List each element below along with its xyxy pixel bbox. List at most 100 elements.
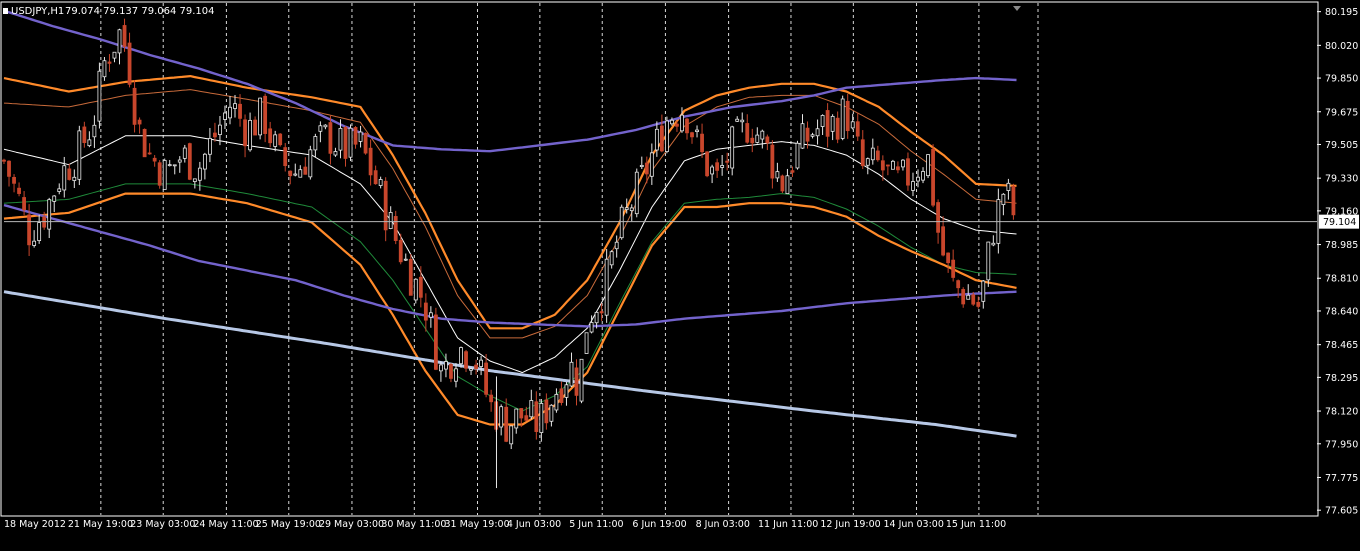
candle-body — [298, 169, 303, 178]
y-tick-label: 78.295 — [1325, 373, 1358, 384]
candle-body — [72, 176, 77, 181]
candle-body — [218, 124, 222, 135]
candle-body — [715, 162, 720, 171]
candle-body — [102, 60, 107, 78]
candle-body — [941, 226, 946, 256]
candle-body — [454, 368, 458, 382]
candle-body — [469, 368, 473, 371]
candle-body — [569, 361, 574, 387]
candle-body — [172, 164, 177, 167]
candle-body — [825, 110, 830, 137]
candle-body — [428, 312, 433, 318]
candle-body — [865, 158, 870, 166]
candle-body — [760, 130, 765, 140]
candle-body — [514, 408, 519, 429]
candle-body — [258, 97, 263, 136]
candle-body — [398, 239, 403, 263]
candle-body — [333, 151, 338, 156]
candle-body — [700, 133, 704, 153]
candle-body — [735, 118, 740, 122]
candle-body — [966, 294, 971, 300]
candle-body — [363, 132, 368, 154]
x-tick-label: 4 Jun 03:00 — [507, 519, 561, 530]
candle-body — [393, 216, 398, 241]
candle-body — [539, 403, 544, 433]
y-tick-label: 77.605 — [1325, 506, 1358, 517]
candle-body — [740, 119, 745, 123]
x-tick-label: 6 Jun 19:00 — [632, 519, 686, 530]
candle-body — [659, 125, 664, 152]
y-tick-label: 79.850 — [1325, 74, 1358, 85]
y-tick-label: 80.195 — [1325, 7, 1358, 18]
candle-body — [489, 394, 494, 403]
candle-body — [564, 384, 569, 398]
candle-body — [449, 364, 453, 379]
candle-body — [880, 160, 885, 171]
candle-body — [137, 119, 142, 125]
candle-body — [22, 197, 26, 211]
candle-body — [12, 176, 16, 184]
candle-body — [710, 166, 715, 175]
candle-body — [609, 251, 614, 266]
price-chart[interactable]: 79.104 80.195 80.020 79.850 79.675 79.505 79.… — [0, 0, 1360, 551]
chart-shift-marker[interactable] — [1013, 6, 1021, 11]
candle-body — [795, 142, 800, 169]
candle-body — [946, 252, 951, 264]
candle-body — [474, 364, 478, 369]
candle-body — [182, 147, 187, 159]
candle-body — [77, 130, 82, 180]
candle-body — [484, 362, 489, 395]
time-axis: 18 May 2012 21 May 19:0023 May 03:0024 Ma… — [4, 519, 1006, 530]
candle-body — [745, 123, 750, 143]
candle-body — [288, 170, 293, 177]
candle-body — [926, 154, 930, 177]
chart-frame — [0, 1, 1319, 517]
candle-body — [785, 175, 790, 195]
candle-body — [1001, 193, 1006, 206]
candle-body — [614, 241, 619, 250]
candle-body — [167, 164, 172, 167]
candle-body — [479, 359, 483, 367]
candle-body — [233, 103, 237, 109]
x-tick-label: 23 May 03:00 — [130, 519, 195, 530]
overlay-orange_upper — [3, 75, 1017, 330]
candle-body — [725, 160, 730, 163]
overlay-purple_lower — [3, 203, 1017, 328]
candle-body — [830, 115, 835, 132]
candle-body — [991, 242, 996, 246]
candle-body — [92, 124, 97, 138]
candle-body — [971, 294, 976, 305]
overlay-green — [3, 183, 1017, 412]
candle-body — [629, 207, 634, 212]
candle-body — [509, 425, 514, 445]
candle-body — [208, 138, 212, 155]
candle-body — [901, 159, 905, 168]
candle-body — [464, 351, 468, 369]
overlay-lightblue — [3, 290, 1017, 438]
candle-body — [840, 98, 845, 139]
x-tick-label: 15 Jun 11:00 — [946, 519, 1006, 530]
x-tick-label: 8 Jun 03:00 — [696, 519, 750, 530]
candle-body — [906, 158, 910, 186]
candle-body — [202, 153, 207, 170]
candle-body — [368, 147, 373, 176]
candle-body — [122, 25, 127, 47]
candle-body — [870, 147, 875, 161]
candle-body — [7, 160, 11, 177]
candle-body — [157, 162, 162, 186]
x-tick-label: 31 May 19:00 — [445, 519, 510, 530]
candle-body — [685, 118, 689, 134]
candle-body — [835, 117, 840, 140]
candle-body — [589, 322, 594, 333]
candle-body — [223, 112, 227, 120]
candle-body — [253, 119, 258, 136]
candle-body — [107, 61, 112, 64]
candle-body — [308, 149, 313, 178]
candle-body — [549, 404, 554, 422]
candle-body — [213, 132, 217, 138]
candle-body — [961, 289, 966, 305]
chart-window[interactable]: 79.104 80.195 80.020 79.850 79.675 79.505 79.… — [0, 0, 1360, 551]
candle-body — [413, 278, 418, 301]
overlay-mid — [3, 135, 1017, 374]
candle-body — [649, 152, 654, 177]
